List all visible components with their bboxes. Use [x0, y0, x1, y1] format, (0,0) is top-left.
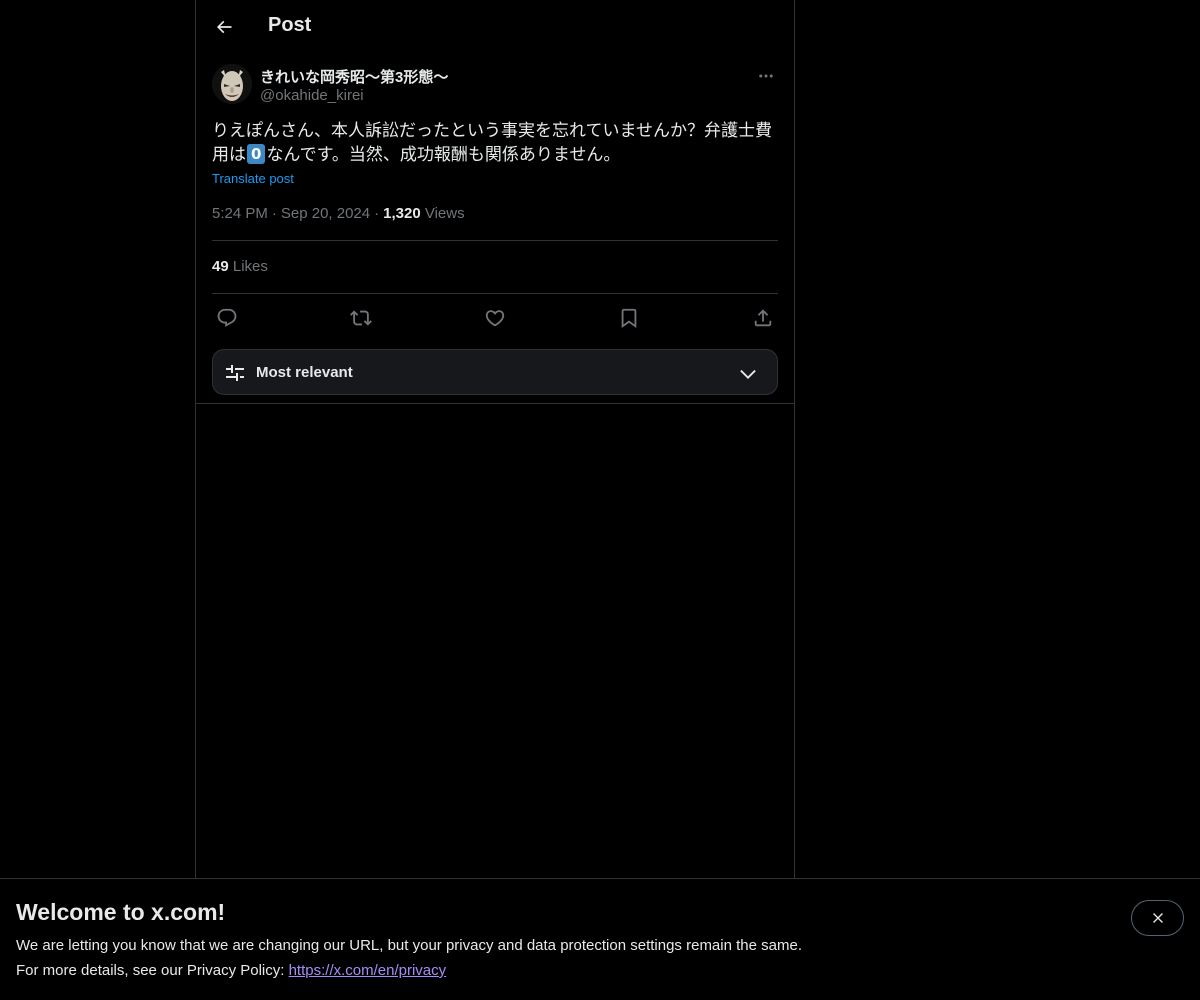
header: Post	[196, 0, 794, 54]
divider	[212, 240, 778, 241]
post-text: りえぽんさん、本人訴訟だったという事実を忘れていませんか？弁護士費用は 0 なんです…	[212, 119, 778, 167]
close-banner-button[interactable]	[1131, 900, 1184, 936]
reply-button[interactable]	[213, 304, 241, 332]
filter-sliders-icon	[226, 365, 244, 381]
likes-count: 49	[212, 258, 229, 275]
more-icon	[759, 74, 773, 78]
share-icon	[754, 309, 772, 327]
separator-dot: ·	[374, 205, 380, 222]
main-column: Post きれいな岡秀昭〜第3形態〜 @okahide_kirei りえぽんさん…	[195, 0, 795, 880]
sort-replies-dropdown[interactable]: Most relevant	[212, 349, 778, 395]
welcome-banner: Welcome to x.com! We are letting you kno…	[0, 878, 1200, 1000]
repost-icon	[350, 310, 372, 326]
repost-button[interactable]	[347, 304, 375, 332]
post-meta: 5:24 PM · Sep 20, 2024 · 1,320 Views	[212, 205, 465, 222]
bookmark-button[interactable]	[615, 304, 643, 332]
likes-link[interactable]: 49 Likes	[212, 258, 268, 275]
avatar[interactable]	[212, 64, 252, 104]
back-arrow-icon	[216, 20, 232, 34]
post-text-part2: なんです。当然、成功報酬も関係ありません。	[266, 145, 621, 165]
translate-post-link[interactable]: Translate post	[212, 171, 294, 186]
banner-privacy-line: For more details, see our Privacy Policy…	[16, 962, 446, 979]
sort-label: Most relevant	[256, 364, 353, 381]
post-time[interactable]: 5:24 PM	[212, 205, 268, 222]
chevron-down-icon	[740, 369, 756, 379]
post-date[interactable]: Sep 20, 2024	[281, 205, 370, 222]
back-button[interactable]	[208, 11, 240, 43]
like-button[interactable]	[481, 304, 509, 332]
privacy-policy-link[interactable]: https://x.com/en/privacy	[289, 962, 447, 979]
page-title: Post	[268, 14, 312, 36]
action-bar	[212, 304, 778, 332]
likes-label: Likes	[232, 258, 268, 275]
share-button[interactable]	[749, 304, 777, 332]
banner-title: Welcome to x.com!	[16, 899, 226, 925]
banner-privacy-prefix: For more details, see our Privacy Policy…	[16, 962, 289, 979]
like-icon	[485, 310, 505, 327]
bookmark-icon	[621, 308, 637, 329]
close-icon	[1152, 913, 1163, 923]
avatar-mask-image	[212, 64, 252, 104]
more-options-button[interactable]	[754, 64, 778, 88]
display-name[interactable]: きれいな岡秀昭〜第3形態〜	[260, 66, 448, 87]
separator-dot: ·	[271, 205, 277, 222]
views-count: 1,320	[383, 205, 421, 222]
user-handle[interactable]: @okahide_kirei	[260, 87, 364, 104]
post-author: きれいな岡秀昭〜第3形態〜 @okahide_kirei	[212, 62, 778, 110]
reply-icon	[217, 308, 237, 327]
banner-message: We are letting you know that we are chan…	[16, 937, 802, 954]
divider	[212, 293, 778, 294]
keycap-zero-emoji: 0	[247, 144, 266, 164]
views-label: Views	[424, 205, 465, 222]
divider	[196, 403, 794, 404]
